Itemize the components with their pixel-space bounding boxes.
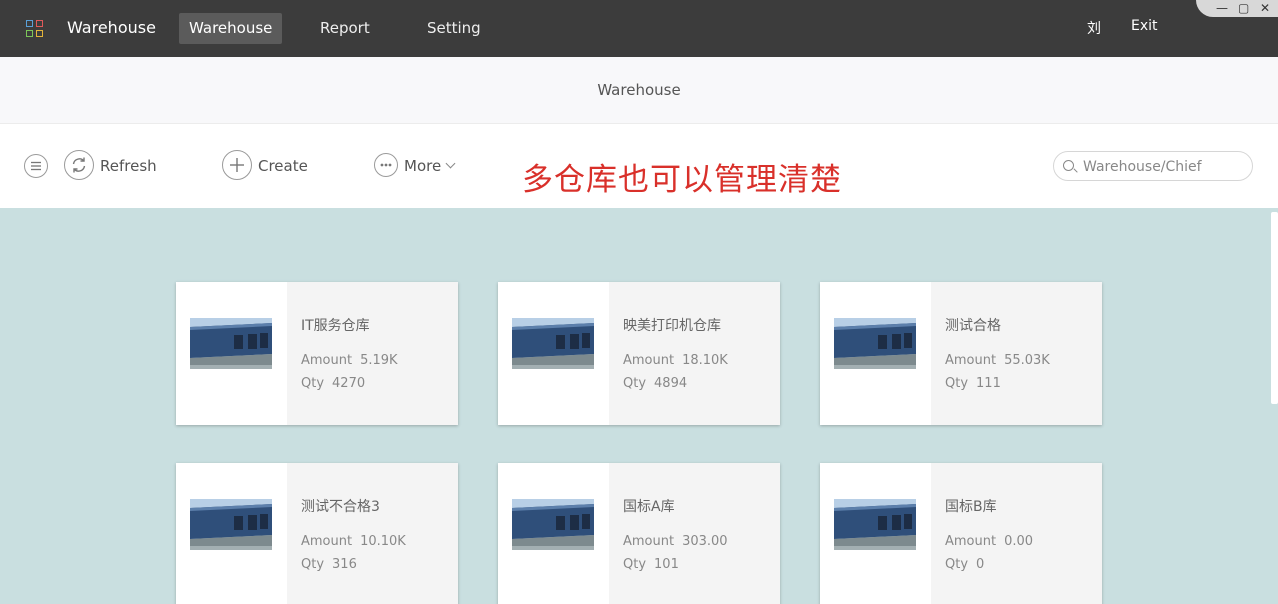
warehouse-card[interactable]: 映美打印机仓库 Amount 18.10K Qty 4894 [498,282,780,425]
menu-icon [31,161,41,171]
chevron-down-icon[interactable] [445,158,456,169]
warehouse-photo-icon [834,499,916,550]
qty-row: Qty 0 [945,557,984,572]
warehouse-name: 国标A库 [623,499,675,515]
qty-row: Qty 316 [301,557,357,572]
qty-label: Qty [945,376,969,391]
warehouse-name: 测试不合格3 [301,499,380,515]
warehouse-card[interactable]: 测试不合格3 Amount 10.10K Qty 316 [176,463,458,604]
qty-label: Qty [301,376,325,391]
qty-value: 4270 [332,376,366,391]
window-controls: — ▢ ✕ [1196,0,1278,17]
warehouse-name: IT服务仓库 [301,318,370,334]
page-title: Warehouse [597,81,681,99]
user-name[interactable]: 刘 [1087,18,1101,38]
close-icon[interactable]: ✕ [1260,1,1270,15]
qty-row: Qty 4270 [301,376,365,391]
amount-row: Amount 55.03K [945,353,1050,368]
amount-label: Amount [945,534,997,549]
warehouse-name: 测试合格 [945,318,1001,334]
amount-row: Amount 0.00 [945,534,1033,549]
more-label[interactable]: More [404,157,441,175]
menu-button[interactable] [24,154,48,178]
refresh-label[interactable]: Refresh [100,157,157,175]
warehouse-photo-icon [512,499,594,550]
amount-label: Amount [945,353,997,368]
qty-row: Qty 101 [623,557,679,572]
more-button[interactable] [374,153,398,177]
warehouse-photo-icon [512,318,594,369]
qty-row: Qty 111 [945,376,1001,391]
app-name: Warehouse [67,18,156,37]
create-button[interactable] [222,150,252,180]
amount-label: Amount [301,534,353,549]
warehouse-card[interactable]: 测试合格 Amount 55.03K Qty 111 [820,282,1102,425]
warehouse-card[interactable]: 国标A库 Amount 303.00 Qty 101 [498,463,780,604]
warehouse-photo-icon [190,318,272,369]
qty-value: 101 [654,557,679,572]
amount-row: Amount 10.10K [301,534,406,549]
warehouse-thumbnail-frame [176,463,287,604]
warehouse-thumbnail-frame [820,463,931,604]
create-label[interactable]: Create [258,157,308,175]
amount-label: Amount [623,534,675,549]
promo-caption: 多仓库也可以管理清楚 [522,162,842,198]
amount-row: Amount 303.00 [623,534,728,549]
nav-report[interactable]: Report [310,13,380,44]
amount-label: Amount [623,353,675,368]
warehouse-card[interactable]: 国标B库 Amount 0.00 Qty 0 [820,463,1102,604]
amount-row: Amount 5.19K [301,353,398,368]
refresh-button[interactable] [64,150,94,180]
qty-label: Qty [623,376,647,391]
qty-label: Qty [945,557,969,572]
qty-row: Qty 4894 [623,376,687,391]
amount-row: Amount 18.10K [623,353,728,368]
qty-value: 316 [332,557,357,572]
amount-label: Amount [301,353,353,368]
app-grid-icon[interactable] [26,20,44,38]
warehouse-photo-icon [190,499,272,550]
amount-value: 0.00 [1004,534,1034,549]
maximize-icon[interactable]: ▢ [1238,1,1249,15]
amount-value: 5.19K [360,353,398,368]
qty-value: 0 [976,557,985,572]
scrollbar[interactable] [1271,212,1278,404]
warehouse-thumbnail-frame [498,463,609,604]
warehouse-thumbnail-frame [498,282,609,425]
amount-value: 303.00 [682,534,728,549]
top-bar: Warehouse Warehouse Report Setting 刘 Exi… [0,0,1278,57]
minimize-icon[interactable]: — [1216,1,1228,15]
amount-value: 55.03K [1004,353,1050,368]
nav-warehouse[interactable]: Warehouse [179,13,283,44]
warehouse-thumbnail-frame [820,282,931,425]
exit-button[interactable]: Exit [1131,18,1158,34]
ellipsis-icon [380,163,392,167]
warehouse-name: 国标B库 [945,499,997,515]
title-band: Warehouse [0,57,1278,124]
warehouse-name: 映美打印机仓库 [623,318,721,334]
plus-icon [230,158,244,172]
toolbar: Refresh Create More 多仓库也可以管理清楚 [0,124,1278,208]
search-icon [1063,160,1074,171]
search-input[interactable] [1083,157,1243,176]
nav-setting[interactable]: Setting [417,13,491,44]
qty-value: 111 [976,376,1001,391]
amount-value: 18.10K [682,353,728,368]
search-box[interactable] [1053,151,1253,181]
warehouse-thumbnail-frame [176,282,287,425]
warehouse-photo-icon [834,318,916,369]
qty-label: Qty [623,557,647,572]
refresh-icon [72,157,86,173]
qty-label: Qty [301,557,325,572]
qty-value: 4894 [654,376,688,391]
warehouse-card[interactable]: IT服务仓库 Amount 5.19K Qty 4270 [176,282,458,425]
amount-value: 10.10K [360,534,406,549]
